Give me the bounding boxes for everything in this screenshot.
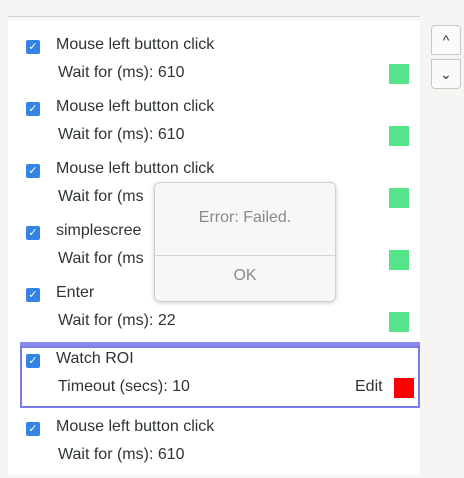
top-toolbar-strip [8,0,420,17]
list-item-selected[interactable]: ✓ Watch ROI Timeout (secs): 10 Edit [20,342,420,408]
checkbox[interactable]: ✓ [26,226,40,240]
item-title: simplescree [56,222,142,239]
checkbox[interactable]: ✓ [26,288,40,302]
item-title: Mouse left button click [56,36,215,53]
item-title: Enter [56,284,95,301]
scroll-down-button[interactable]: ⌄ [431,59,461,89]
status-indicator [389,64,409,84]
edit-link[interactable]: Edit [355,378,383,396]
status-indicator [389,250,409,270]
checkbox[interactable]: ✓ [26,40,40,54]
item-title: Mouse left button click [56,160,215,177]
checkbox[interactable]: ✓ [26,164,40,178]
status-indicator [389,312,409,332]
item-meta: Wait for (ms): 610 [58,126,185,143]
item-title: Mouse left button click [56,98,215,115]
chevron-down-icon: ⌄ [440,65,452,82]
status-indicator [389,188,409,208]
list-item[interactable]: ✓ Mouse left button click Wait for (ms):… [8,24,420,86]
chevron-up-icon: ^ [442,32,450,48]
item-title: Mouse left button click [56,418,215,435]
list-item[interactable]: ✓ Mouse left button click Wait for (ms):… [8,406,420,468]
scroll-up-button[interactable]: ^ [431,25,461,55]
item-meta: Wait for (ms): 22 [58,312,176,329]
item-meta: Wait for (ms): 610 [58,64,185,81]
item-meta: Wait for (ms [58,250,144,267]
status-indicator [389,126,409,146]
item-meta: Timeout (secs): 10 [58,378,190,395]
error-dialog: Error: Failed. OK [154,182,336,302]
checkbox[interactable]: ✓ [26,354,40,368]
checkbox[interactable]: ✓ [26,102,40,116]
dialog-divider [155,255,335,256]
item-meta: Wait for (ms [58,188,144,205]
item-title: Watch ROI [56,350,134,367]
dialog-message: Error: Failed. [198,209,292,226]
item-meta: Wait for (ms): 610 [58,446,185,463]
status-indicator [394,378,414,398]
list-item[interactable]: ✓ Mouse left button click Wait for (ms):… [8,86,420,148]
checkbox[interactable]: ✓ [26,422,40,436]
ok-button[interactable]: OK [155,267,335,285]
